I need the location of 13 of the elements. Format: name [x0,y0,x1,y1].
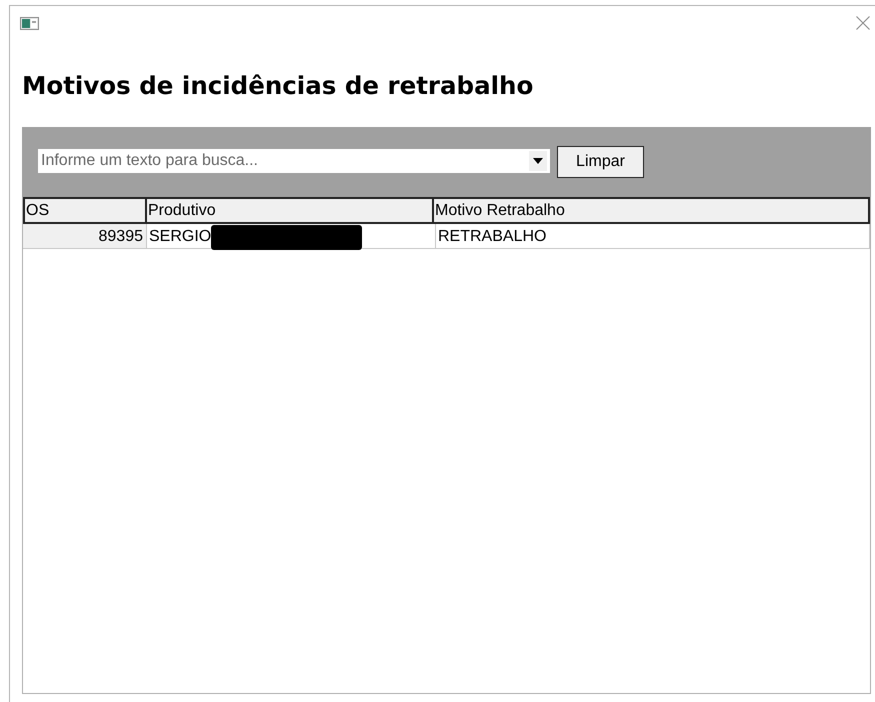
column-header[interactable]: OS [23,197,147,224]
table-cell: RETRABALHO [436,224,870,249]
table-cell: 89395 [23,224,147,249]
dropdown-button[interactable] [525,149,550,173]
table-cell-text: SERGIO [149,228,212,245]
caret-icon [533,158,543,164]
search-field[interactable]: Informe um texto para busca... [38,149,525,173]
column-header[interactable]: Motivo Retrabalho [432,197,870,224]
close-icon[interactable] [856,16,870,30]
clear-button[interactable]: Limpar [557,146,644,178]
page-heading: Motivos de incidências de retrabalho [22,70,534,101]
column-header[interactable]: Produtivo [145,197,434,224]
app-window-icon [20,16,39,30]
